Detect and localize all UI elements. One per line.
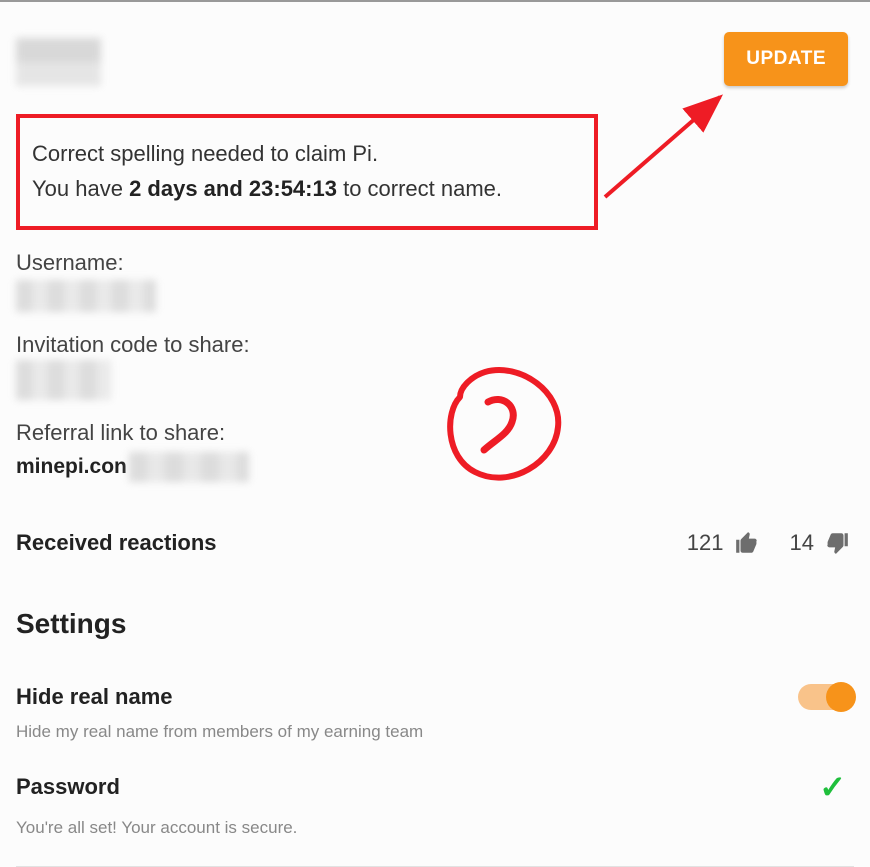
reactions-label: Received reactions: [16, 530, 687, 556]
spelling-warning-box: Correct spelling needed to claim Pi. You…: [16, 114, 598, 230]
password-desc: You're all set! Your account is secure.: [16, 818, 854, 838]
toggle-knob: [826, 682, 856, 712]
downvote-count: 14: [790, 530, 814, 556]
username-label: Username:: [16, 250, 854, 276]
hide-real-name-desc: Hide my real name from members of my ear…: [16, 722, 854, 742]
thumbs-down-icon[interactable]: [824, 530, 850, 556]
warning-line-2: You have 2 days and 23:54:13 to correct …: [32, 171, 582, 206]
checkmark-icon: ✓: [819, 768, 846, 806]
referral-link-label: Referral link to share:: [16, 420, 854, 446]
username-censored: [16, 280, 156, 312]
name-censored: [16, 38, 101, 86]
warning-suffix: to correct name.: [337, 176, 502, 201]
hide-real-name-toggle[interactable]: [798, 684, 854, 710]
password-title: Password: [16, 774, 819, 800]
warning-countdown: 2 days and 23:54:13: [129, 176, 337, 201]
invitation-code-label: Invitation code to share:: [16, 332, 854, 358]
referral-link-value: minepi.con: [16, 455, 127, 479]
hide-real-name-row: Hide real name: [16, 684, 854, 710]
settings-heading: Settings: [16, 608, 854, 640]
password-row: Password ✓: [16, 768, 854, 806]
invitation-code-censored: [16, 360, 111, 400]
hide-real-name-title: Hide real name: [16, 684, 798, 710]
update-button[interactable]: UPDATE: [724, 32, 848, 86]
warning-prefix: You have: [32, 176, 129, 201]
referral-link-censored: [129, 452, 249, 482]
reactions-row: Received reactions 121 14: [16, 530, 854, 556]
upvote-count: 121: [687, 530, 724, 556]
warning-line-1: Correct spelling needed to claim Pi.: [32, 136, 582, 171]
thumbs-up-icon[interactable]: [734, 530, 760, 556]
